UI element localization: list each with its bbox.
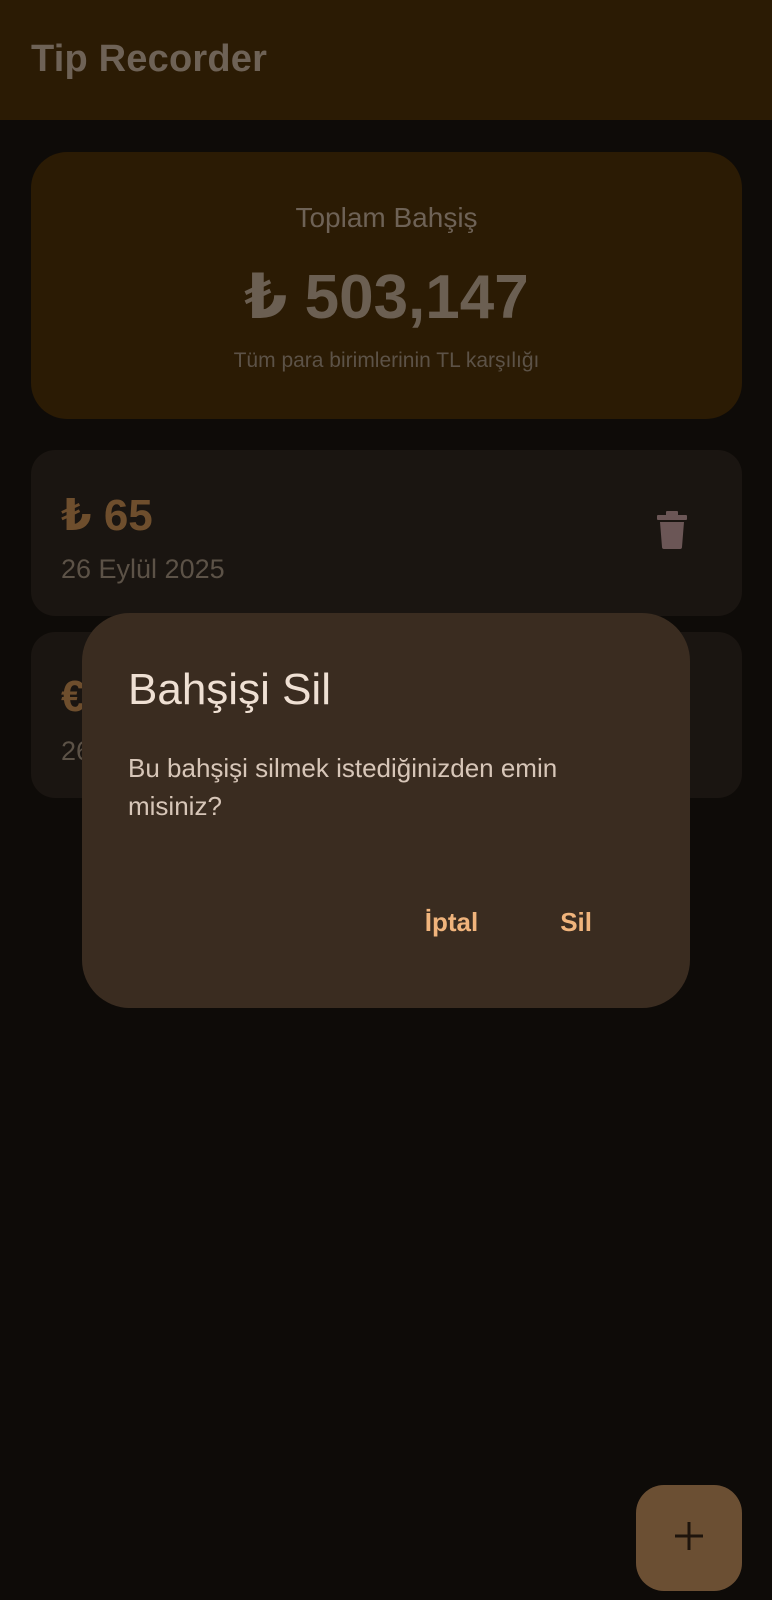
dialog-message: Bu bahşişi silmek istediğinizden emin mi…: [128, 753, 558, 821]
confirm-delete-button[interactable]: Sil: [532, 895, 620, 950]
dialog-actions: İptal Sil: [397, 895, 620, 950]
dialog-title: Bahşişi Sil: [128, 665, 331, 714]
delete-confirm-dialog: Bahşişi Sil Bu bahşişi silmek istediğini…: [82, 613, 690, 1008]
plus-icon: [673, 1520, 705, 1557]
cancel-button[interactable]: İptal: [397, 895, 506, 950]
screen: Tip Recorder Toplam Bahşiş ₺ 503,147 Tüm…: [0, 0, 772, 1600]
add-tip-button[interactable]: [636, 1485, 742, 1591]
